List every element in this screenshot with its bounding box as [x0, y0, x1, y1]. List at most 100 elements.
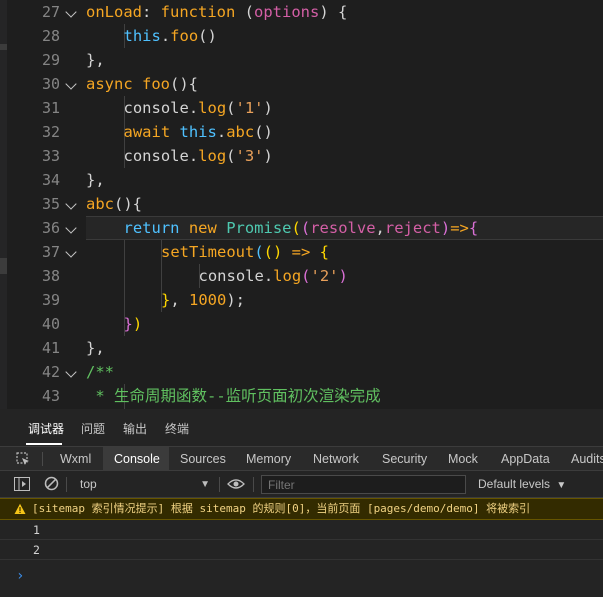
- code-token: =>: [282, 243, 320, 261]
- code-line[interactable]: 39}, 1000);: [0, 288, 603, 312]
- code-line[interactable]: 33 console.log('3'): [0, 144, 603, 168]
- devtools-panel: 调试器 问题 输出 终端 Wxml Console Sources Memory…: [0, 409, 603, 597]
- code-token: (: [226, 147, 236, 165]
- code-token: (: [291, 219, 301, 237]
- code-text: async foo(){: [86, 72, 198, 96]
- console-prompt[interactable]: ›: [16, 566, 24, 586]
- code-token: ,: [170, 291, 190, 309]
- clear-console-icon[interactable]: [44, 476, 59, 491]
- context-select[interactable]: top ▼: [72, 476, 212, 493]
- code-line[interactable]: 40}): [0, 312, 603, 336]
- sidebar-toggle-icon[interactable]: [14, 477, 30, 491]
- console-log-row: 2: [0, 540, 603, 560]
- fold-chevron-icon[interactable]: [65, 78, 77, 90]
- line-number: 41: [41, 339, 60, 357]
- code-token: 1000: [189, 291, 227, 309]
- line-number: 42: [41, 363, 60, 381]
- code-token: this: [179, 123, 217, 141]
- code-line[interactable]: 36 return new Promise((resolve,reject)=>{: [0, 216, 603, 240]
- console-toolbar: top ▼ Default levels ▼: [0, 471, 603, 498]
- tab-issues[interactable]: 问题: [81, 421, 105, 437]
- fold-chevron-icon[interactable]: [65, 198, 77, 210]
- tab-security[interactable]: Security: [374, 447, 435, 471]
- fold-chevron-icon[interactable]: [65, 6, 77, 18]
- code-token: foo: [142, 75, 171, 93]
- code-text: console.log('3'): [124, 144, 273, 168]
- context-select-value: top: [80, 477, 97, 491]
- code-token: ): [338, 267, 348, 285]
- code-line[interactable]: 31 console.log('1'): [0, 96, 603, 120]
- code-line[interactable]: 28 this.foo(): [0, 24, 603, 48]
- inspect-element-icon[interactable]: [16, 452, 30, 466]
- tab-network[interactable]: Network: [305, 447, 367, 471]
- code-editor[interactable]: 27 onLoad: function (options) {28 this.foo…: [0, 0, 603, 409]
- code-line[interactable]: 34},: [0, 168, 603, 192]
- code-token: (: [244, 3, 255, 21]
- tab-terminal[interactable]: 终端: [165, 421, 189, 437]
- tab-sources[interactable]: Sources: [172, 447, 234, 471]
- console-log-row: 1: [0, 520, 603, 540]
- code-token: },: [86, 51, 105, 69]
- tab-debugger[interactable]: 调试器: [28, 421, 64, 437]
- line-number: 43: [41, 387, 60, 405]
- fold-chevron-icon[interactable]: [65, 222, 77, 234]
- line-number: 30: [41, 75, 60, 93]
- active-tab-underline: [26, 443, 62, 445]
- toolbar-divider: [219, 477, 220, 492]
- code-line[interactable]: 43 * 生命周期函数--监听页面初次渲染完成: [0, 384, 603, 408]
- code-line[interactable]: 41},: [0, 336, 603, 360]
- code-token: :: [142, 3, 161, 21]
- eye-icon[interactable]: [227, 478, 245, 490]
- log-levels-select[interactable]: Default levels ▼: [478, 476, 566, 494]
- code-line[interactable]: 35 abc(){: [0, 192, 603, 216]
- code-token: =>: [450, 219, 469, 237]
- code-token: ): [132, 315, 143, 333]
- code-text: abc(){: [86, 192, 142, 216]
- tab-audits[interactable]: Audits: [563, 447, 603, 471]
- code-text: console.log('1'): [124, 96, 273, 120]
- code-line[interactable]: 30 async foo(){: [0, 72, 603, 96]
- fold-chevron-icon[interactable]: [65, 246, 77, 258]
- code-line[interactable]: 29},: [0, 48, 603, 72]
- tab-wxml[interactable]: Wxml: [52, 447, 99, 471]
- tab-appdata[interactable]: AppData: [493, 447, 558, 471]
- line-number: 28: [41, 27, 60, 45]
- code-token: (: [226, 99, 236, 117]
- code-text: /**: [86, 360, 114, 384]
- code-line[interactable]: 32 await this.abc(): [0, 120, 603, 144]
- tab-output[interactable]: 输出: [123, 421, 147, 437]
- code-token: {: [328, 3, 348, 21]
- line-number: 38: [41, 267, 60, 285]
- code-token: new: [188, 219, 217, 237]
- code-line[interactable]: 38 console.log('2'): [0, 264, 603, 288]
- code-token: '1': [235, 99, 264, 117]
- code-text: setTimeout(() => {: [161, 240, 329, 264]
- code-token: log: [198, 99, 227, 117]
- code-token: return: [123, 219, 180, 237]
- fold-chevron-icon[interactable]: [65, 366, 77, 378]
- code-text: }): [124, 312, 143, 336]
- tab-memory[interactable]: Memory: [238, 447, 299, 471]
- line-number: 36: [41, 219, 60, 237]
- top-tab-bar: 调试器 问题 输出 终端: [0, 409, 603, 447]
- line-number: 27: [41, 3, 60, 21]
- code-token: ,: [375, 219, 385, 237]
- line-number: 37: [41, 243, 60, 261]
- filter-input[interactable]: [261, 475, 466, 494]
- code-text: },: [86, 168, 105, 192]
- code-token: async: [86, 75, 133, 93]
- code-text: console.log('2'): [199, 264, 348, 288]
- tab-console[interactable]: Console: [103, 447, 169, 471]
- code-token: .: [188, 99, 199, 117]
- code-line[interactable]: 27 onLoad: function (options) {: [0, 0, 603, 24]
- line-number: 33: [41, 147, 60, 165]
- code-token: onLoad: [86, 3, 142, 21]
- code-token: await: [123, 123, 171, 141]
- code-token: /**: [86, 363, 114, 381]
- tab-mock[interactable]: Mock: [440, 447, 486, 471]
- code-token: * 生命周期函数--监听页面初次渲染完成: [86, 387, 381, 405]
- code-token: .: [160, 27, 171, 45]
- code-line[interactable]: 37 setTimeout(() => {: [0, 240, 603, 264]
- code-line[interactable]: 42 /**: [0, 360, 603, 384]
